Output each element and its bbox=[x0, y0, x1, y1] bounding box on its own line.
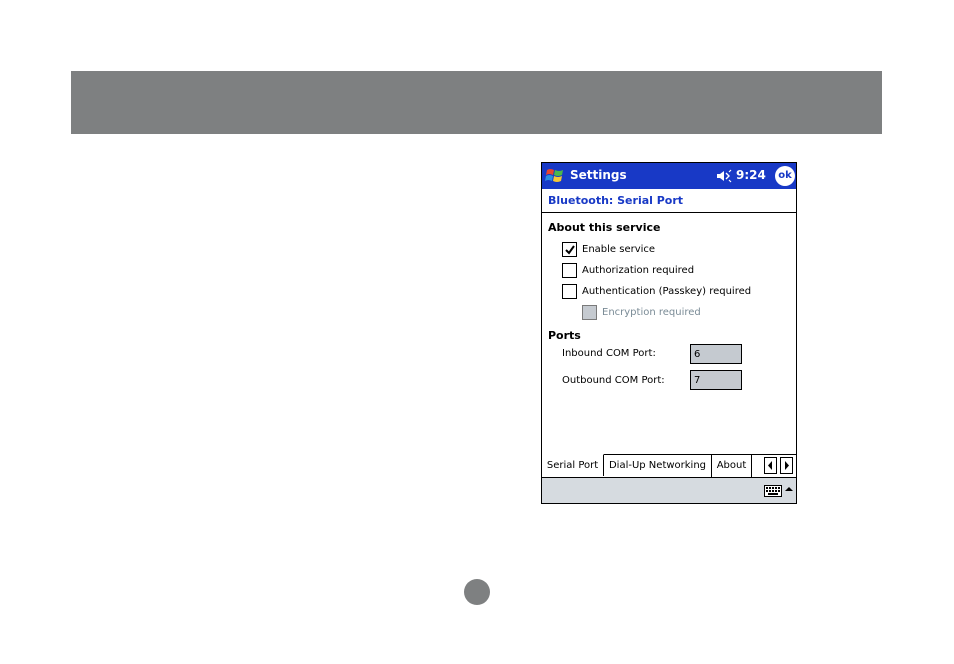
input-menu-arrow-icon[interactable] bbox=[785, 486, 793, 492]
ok-button[interactable]: ok bbox=[775, 166, 795, 186]
tab-serial-port[interactable]: Serial Port bbox=[542, 454, 604, 476]
tab-scroll-left-button[interactable] bbox=[764, 457, 777, 474]
top-header-band bbox=[71, 71, 882, 134]
authentication-checkbox[interactable] bbox=[562, 283, 577, 299]
checkmark-icon bbox=[565, 244, 575, 255]
inbound-port-label: Inbound COM Port: bbox=[562, 348, 656, 359]
authorization-checkbox[interactable] bbox=[562, 262, 577, 278]
command-bar bbox=[542, 477, 796, 503]
arrow-right-icon bbox=[785, 461, 789, 470]
authentication-label: Authentication (Passkey) required bbox=[582, 285, 752, 297]
enable-service-checkbox[interactable] bbox=[562, 241, 577, 257]
page-number-dot bbox=[464, 579, 490, 605]
authorization-label: Authorization required bbox=[582, 264, 695, 276]
arrow-left-icon bbox=[768, 461, 772, 470]
section-title-about: About this service bbox=[548, 221, 661, 234]
keyboard-icon[interactable] bbox=[764, 485, 782, 497]
inbound-port-input[interactable] bbox=[690, 344, 742, 364]
windows-flag-icon[interactable] bbox=[544, 165, 566, 187]
app-title[interactable]: Settings bbox=[570, 168, 627, 182]
pocketpc-screen: Settings 9:24 ok Bluetooth: Serial Port … bbox=[541, 162, 797, 504]
page-header: Bluetooth: Serial Port bbox=[542, 189, 796, 213]
title-bar: Settings 9:24 ok bbox=[542, 163, 796, 189]
tab-scroll-right-button[interactable] bbox=[780, 457, 793, 474]
settings-content: About this service Enable service Author… bbox=[542, 214, 796, 459]
encryption-checkbox bbox=[582, 304, 597, 320]
outbound-port-input[interactable] bbox=[690, 370, 742, 390]
enable-service-label: Enable service bbox=[582, 243, 656, 255]
tab-about[interactable]: About bbox=[712, 455, 752, 477]
encryption-label: Encryption required bbox=[602, 306, 701, 318]
clock[interactable]: 9:24 bbox=[736, 168, 766, 182]
enable-service-option[interactable]: Enable service bbox=[562, 241, 655, 257]
section-title-ports: Ports bbox=[548, 329, 581, 342]
authorization-option[interactable]: Authorization required bbox=[562, 262, 694, 278]
speaker-muted-icon[interactable] bbox=[716, 169, 732, 183]
encryption-option: Encryption required bbox=[582, 304, 701, 320]
tab-dial-up-networking[interactable]: Dial-Up Networking bbox=[604, 455, 712, 477]
authentication-option[interactable]: Authentication (Passkey) required bbox=[562, 283, 751, 299]
tab-bar: Serial Port Dial-Up Networking About bbox=[542, 454, 796, 477]
outbound-port-label: Outbound COM Port: bbox=[562, 375, 665, 386]
page-title: Bluetooth: Serial Port bbox=[548, 194, 684, 207]
